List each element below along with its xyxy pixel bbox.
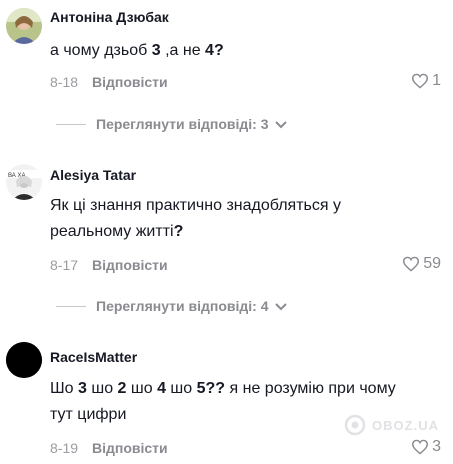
heart-icon bbox=[412, 73, 429, 89]
comment-meta: 8-18 Відповісти bbox=[50, 74, 168, 90]
view-replies-label: Переглянути відповіді: 4 bbox=[96, 298, 269, 314]
username[interactable]: Антоніна Дзюбак bbox=[50, 9, 169, 25]
avatar[interactable] bbox=[6, 342, 42, 378]
reply-button[interactable]: Відповісти bbox=[92, 74, 168, 90]
photo-woman-bw-icon: ВА ХА bbox=[6, 164, 42, 200]
comment-meta: 8-17 Відповісти bbox=[50, 257, 168, 273]
like-button[interactable]: 59 bbox=[402, 255, 441, 273]
avatar[interactable]: ВА ХА bbox=[6, 164, 42, 200]
photo-woman-icon bbox=[6, 8, 42, 44]
comment-text: Як ці знання практично знадобляться у ре… bbox=[50, 197, 341, 240]
black-circle-avatar bbox=[6, 342, 42, 378]
heart-icon bbox=[403, 256, 420, 272]
chevron-down-icon bbox=[274, 298, 287, 314]
heart-icon bbox=[412, 439, 429, 455]
view-replies-button[interactable]: Переглянути відповіді: 3 bbox=[56, 116, 287, 132]
reply-button[interactable]: Відповісти bbox=[92, 257, 168, 273]
comment-text: а чому дзьоб 3 ,а не 4? bbox=[50, 42, 224, 59]
reply-button[interactable]: Відповісти bbox=[92, 440, 168, 456]
watermark-text: OBOZ.UA bbox=[372, 417, 439, 433]
divider-line bbox=[56, 305, 86, 307]
like-count: 3 bbox=[432, 438, 441, 455]
view-replies-label: Переглянути відповіді: 3 bbox=[96, 116, 269, 132]
divider-line bbox=[56, 123, 86, 125]
username[interactable]: RaceIsMatter bbox=[50, 349, 137, 365]
avatar[interactable] bbox=[6, 8, 42, 44]
view-replies-button[interactable]: Переглянути відповіді: 4 bbox=[56, 298, 287, 314]
like-button[interactable]: 3 bbox=[411, 438, 441, 456]
comment-meta: 8-19 Відповісти bbox=[50, 440, 168, 456]
like-count: 59 bbox=[423, 255, 441, 272]
watermark: OBOZ.UA bbox=[344, 414, 439, 436]
like-button[interactable]: 1 bbox=[411, 72, 441, 90]
watermark-logo-icon bbox=[344, 414, 366, 436]
like-count: 1 bbox=[432, 72, 441, 89]
comment-date: 8-18 bbox=[50, 74, 79, 90]
comment-date: 8-17 bbox=[50, 257, 79, 273]
username[interactable]: Alesiya Tatar bbox=[50, 167, 136, 183]
comment-date: 8-19 bbox=[50, 440, 79, 456]
chevron-down-icon bbox=[274, 116, 287, 132]
